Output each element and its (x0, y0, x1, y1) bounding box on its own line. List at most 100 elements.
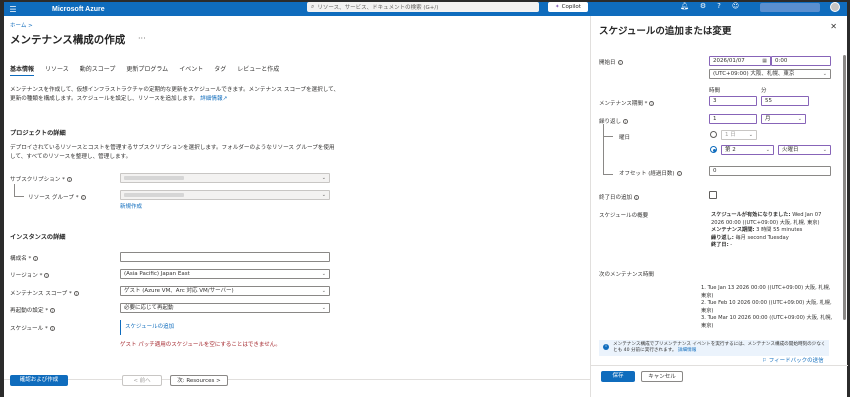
region-label: リージョン * i (10, 271, 50, 279)
copilot-button[interactable]: ✦ Copilot (548, 2, 588, 12)
tree-connector-h (14, 196, 24, 197)
subscription-label-text: サブスクリプション * (10, 177, 65, 183)
chevron-down-icon: ⌄ (321, 271, 326, 277)
tab-dynamic-scope[interactable]: 動的スコープ (80, 64, 116, 76)
info-icon[interactable]: i (617, 60, 623, 65)
more-icon[interactable]: ··· (138, 34, 146, 43)
info-icon: i (603, 344, 609, 350)
learn-more-link[interactable]: 詳細情報 (200, 96, 222, 102)
subscription-select[interactable]: ⌄ (120, 173, 330, 183)
summary-repeat-value: 毎月 second Tuesday (735, 234, 789, 241)
brand-title[interactable]: Microsoft Azure (52, 6, 105, 13)
info-icon[interactable]: i (623, 119, 629, 124)
breadcrumb[interactable]: ホーム > (10, 21, 33, 29)
day-of-label: 曜日 (619, 135, 631, 141)
offset-label-text: オフセット (経過日数) (619, 171, 675, 177)
tab-resources[interactable]: リソース (45, 64, 69, 76)
info-icon[interactable]: i (634, 195, 640, 200)
send-feedback-label: フィードバックの送信 (768, 358, 824, 364)
tab-updates[interactable]: 更新プログラム (126, 64, 168, 76)
timezone-select[interactable]: (UTC+09:00) 大阪、札幌、東京 ⌄ (709, 69, 831, 79)
chevron-down-icon: ⌄ (822, 71, 827, 77)
info-icon[interactable]: i (649, 101, 655, 106)
start-date-input[interactable]: 2026/01/07 ▦ (709, 56, 771, 66)
redacted-value (124, 176, 184, 180)
panel-scrollbar[interactable] (843, 55, 846, 320)
gear-icon[interactable]: ⚙ (700, 2, 706, 10)
info-icon[interactable]: i (33, 256, 39, 261)
repeat-unit-select[interactable]: 月 ⌄ (761, 114, 806, 124)
external-link-icon: ↗ (222, 96, 228, 102)
add-schedule-link[interactable]: スケジュールの追加 (125, 324, 174, 330)
schedule-summary: スケジュールが有効になりました: Wed Jan 07 2026 00:00 (… (711, 212, 831, 250)
end-date-label-text: 終了日の追加 (599, 195, 633, 201)
tab-review-create[interactable]: レビューと作成 (237, 64, 279, 76)
help-icon[interactable]: ? (717, 2, 721, 10)
summary-end-label: 終了日: (711, 242, 729, 248)
reboot-setting-select[interactable]: 必要に応じて再起動 ⌄ (120, 303, 330, 313)
start-time-input[interactable]: 0:00 (771, 56, 831, 66)
week-of-month-value: 第 2 (725, 147, 736, 153)
add-end-date-checkbox[interactable] (709, 191, 717, 199)
close-icon[interactable]: ✕ (830, 22, 837, 31)
offset-label: オフセット (経過日数) i (619, 169, 682, 177)
config-name-input[interactable] (120, 252, 330, 262)
search-placeholder: リソース、サービス、ドキュメントの検索 (G+/) (317, 5, 439, 11)
subscription-label: サブスクリプション * i (10, 175, 72, 183)
hamburger-menu-icon[interactable]: ☰ (6, 5, 20, 14)
list-item: 3. Tue Mar 10 2026 00:00 ((UTC+09:00) 大阪… (701, 315, 833, 329)
avatar[interactable] (830, 2, 840, 12)
schedule-summary-label: スケジュールの概要 (599, 213, 649, 219)
radio-day-of-month[interactable] (710, 131, 717, 138)
week-of-month-select[interactable]: 第 2 ⌄ (721, 145, 774, 155)
tree-connector (603, 124, 604, 174)
region-select[interactable]: (Asia Pacific) Japan East ⌄ (120, 269, 330, 279)
save-button[interactable]: 保存 (601, 371, 635, 382)
offset-input[interactable]: 0 (709, 166, 831, 176)
tab-tags[interactable]: タグ (214, 64, 226, 76)
account-info[interactable] (760, 3, 820, 12)
scope-value: ゲスト (Azure VM、Arc 対応 VM/サーバー) (124, 288, 234, 294)
maintenance-scope-select[interactable]: ゲスト (Azure VM、Arc 対応 VM/サーバー) ⌄ (120, 286, 330, 296)
start-date-value: 2026/01/07 (713, 58, 745, 64)
page-title: メンテナンス構成の作成 (10, 34, 126, 46)
send-feedback-link[interactable]: ⚐ フィードバックの送信 (762, 356, 824, 364)
info-icon[interactable]: i (44, 273, 50, 278)
duration-label-text: メンテナンス期間 * (599, 101, 648, 107)
copilot-label: Copilot (561, 4, 581, 10)
weekday-select[interactable]: 火曜日 ⌄ (778, 145, 831, 155)
bell-icon[interactable]: 🔔︎ (680, 2, 689, 10)
hours-header: 時間 (709, 88, 721, 94)
tab-basics[interactable]: 基本情報 (10, 64, 35, 76)
minutes-input[interactable]: 55 (761, 96, 809, 106)
info-icon[interactable]: i (49, 326, 55, 331)
next-maintenance-label: 次のメンテナンス時間 (599, 272, 654, 278)
feedback-icon[interactable]: ☺ (732, 2, 739, 10)
review-create-button[interactable]: 確認および作成 (10, 375, 68, 386)
info-icon[interactable]: i (50, 308, 56, 313)
cancel-button[interactable]: キャンセル (641, 371, 683, 382)
day-of-month-select[interactable]: 1 日 ⌄ (721, 130, 757, 140)
repeat-interval-input[interactable]: 1 (709, 114, 757, 124)
info-learn-more-link[interactable]: 詳細情報 (678, 348, 696, 353)
tree-connector (14, 184, 15, 196)
hours-input[interactable]: 3 (709, 96, 757, 106)
resource-group-select[interactable]: ⌄ (120, 190, 330, 200)
previous-button[interactable]: < 前へ (122, 375, 162, 386)
create-new-link[interactable]: 新規作成 (120, 202, 142, 210)
chevron-down-icon: ⌄ (748, 132, 753, 138)
info-icon[interactable]: i (66, 177, 72, 182)
info-icon[interactable]: i (80, 195, 86, 200)
schedule-panel: スケジュールの追加または変更 ✕ 開始日 i 2026/01/07 ▦ 0:00 (… (590, 16, 848, 397)
radio-week-of-month[interactable] (710, 146, 717, 153)
feedback-person-icon: ⚐ (762, 358, 767, 364)
info-icon[interactable]: i (73, 291, 79, 296)
calendar-icon[interactable]: ▦ (762, 57, 767, 66)
global-search-input[interactable]: ⌕ リソース、サービス、ドキュメントの検索 (G+/) (307, 2, 539, 12)
info-icon[interactable]: i (676, 171, 682, 176)
next-resources-button[interactable]: 次: Resources > (170, 375, 228, 386)
schedule-label-text: スケジュール * (10, 326, 48, 332)
tab-events[interactable]: イベント (179, 64, 203, 76)
panel-title: スケジュールの追加または変更 (599, 26, 732, 37)
minutes-header: 分 (761, 88, 767, 94)
